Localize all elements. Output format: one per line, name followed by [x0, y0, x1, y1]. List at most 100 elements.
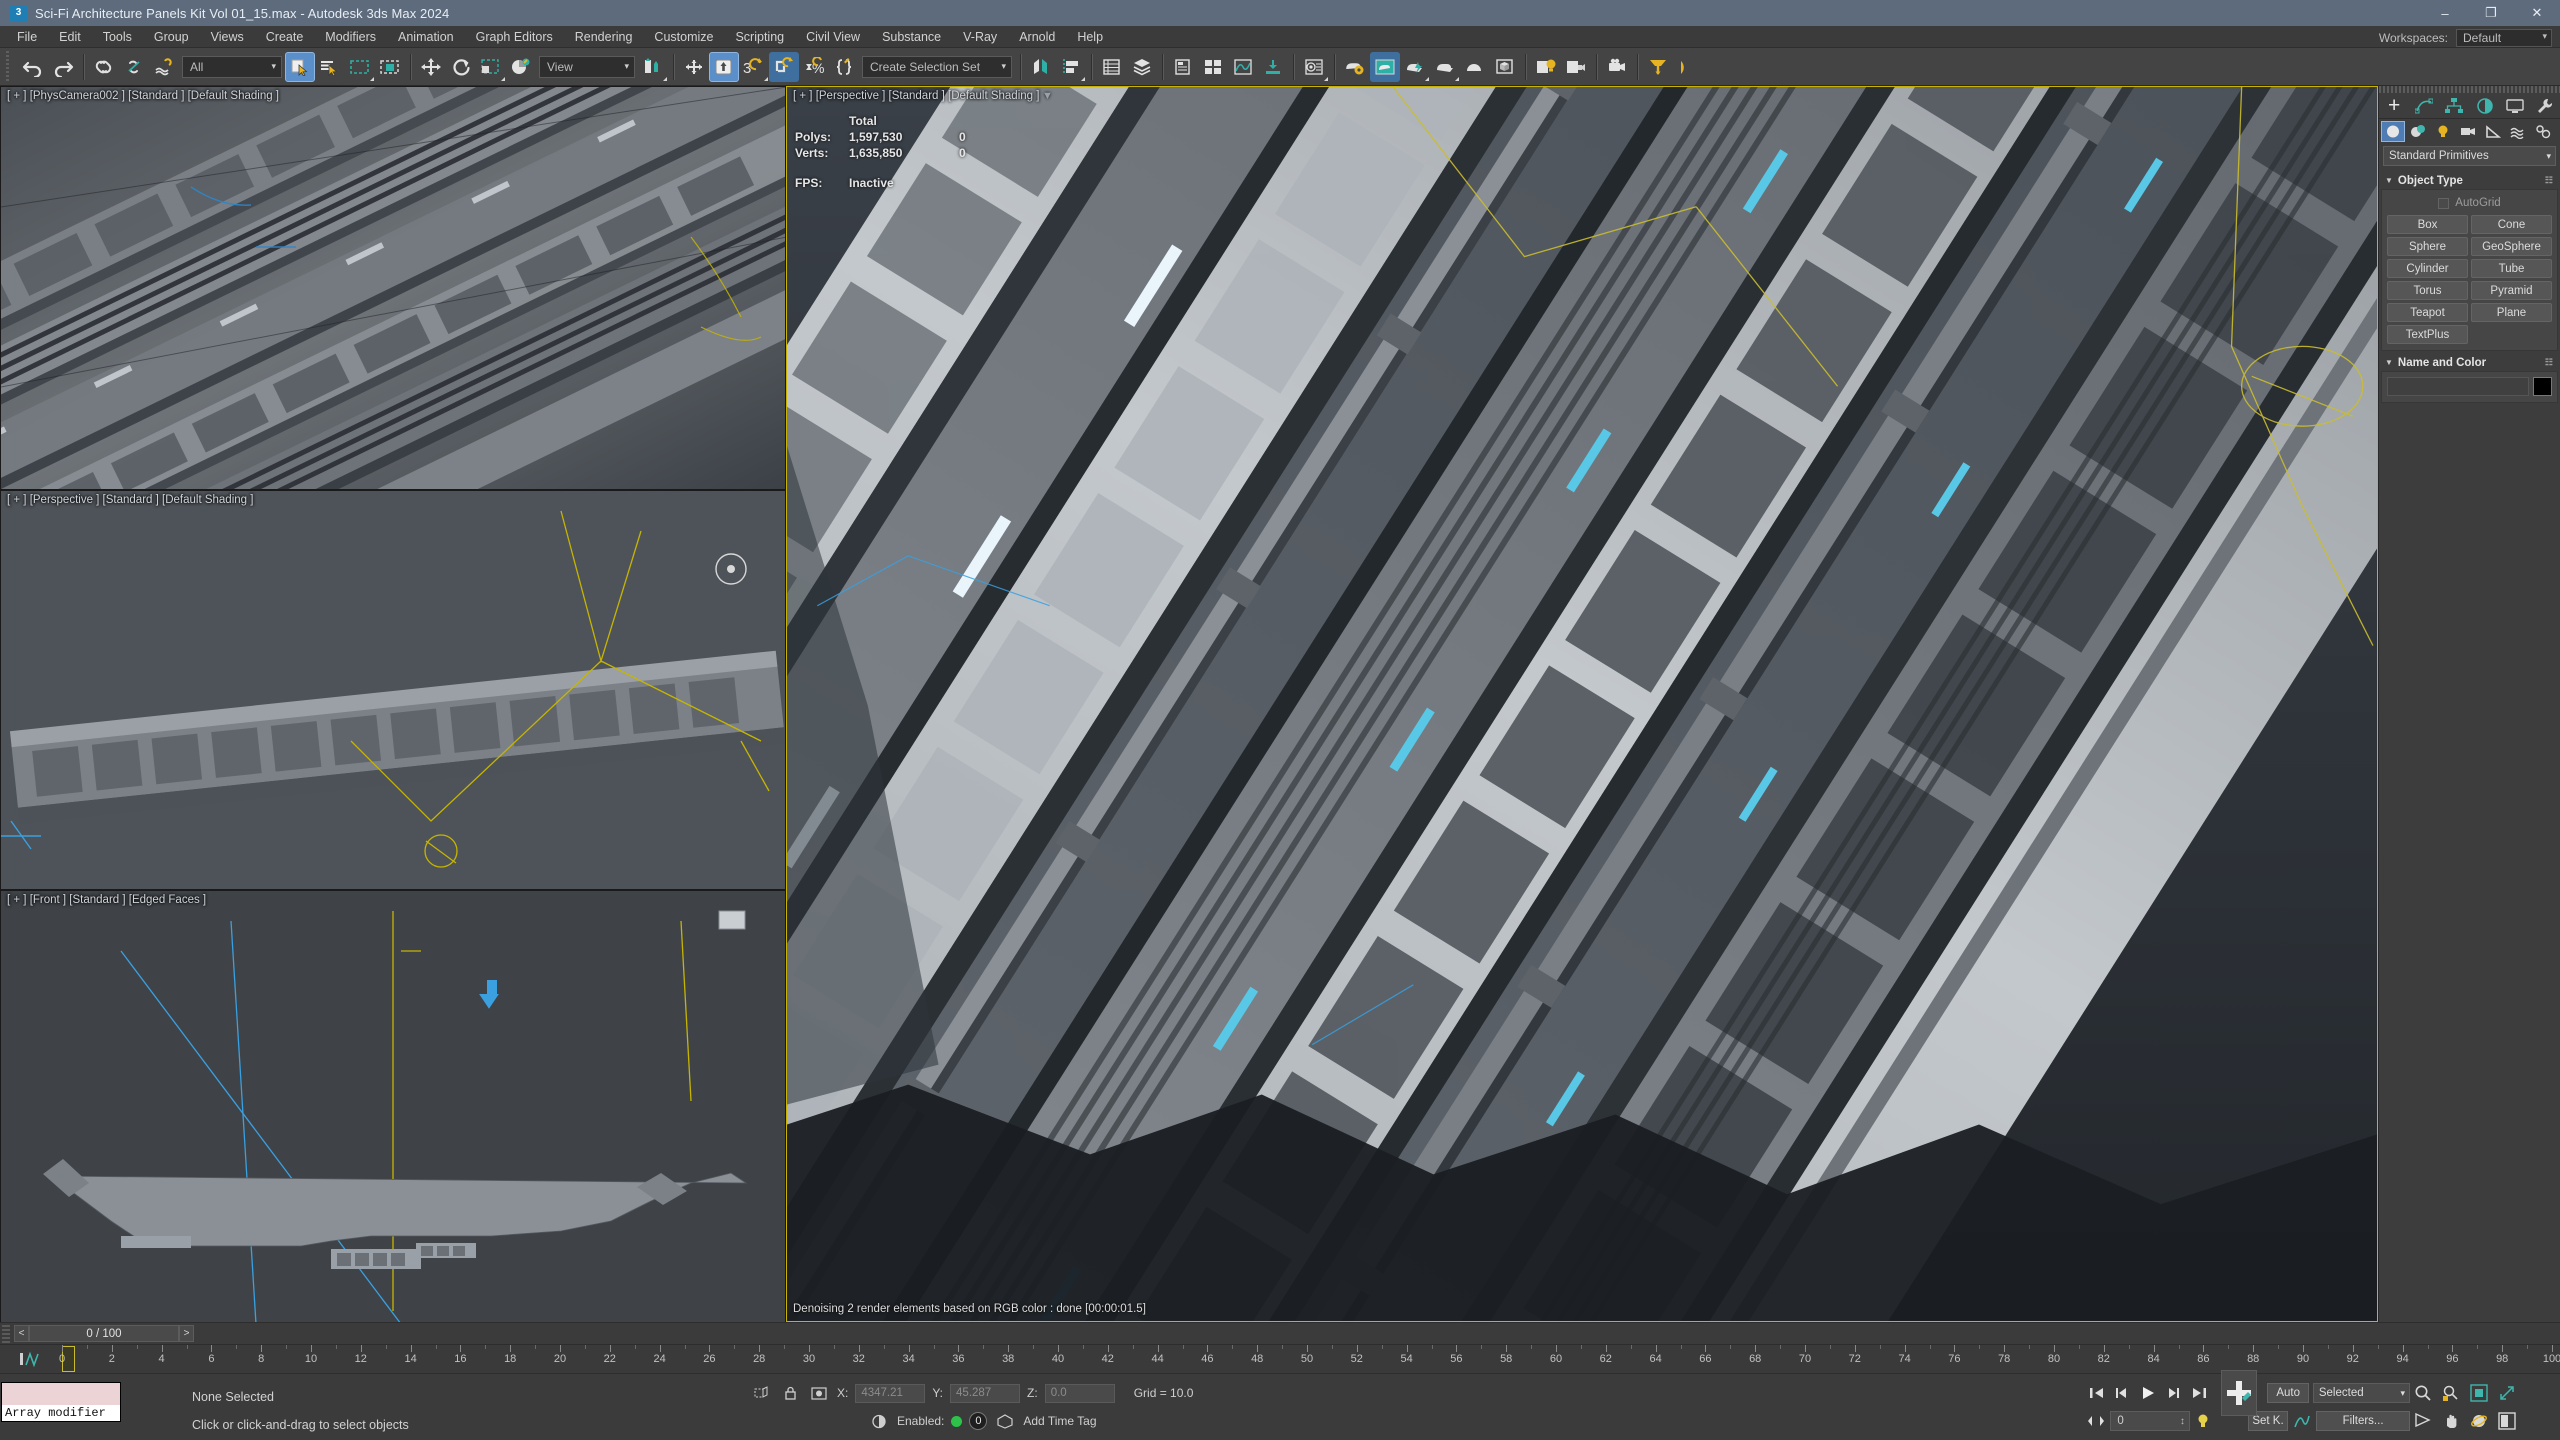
geosphere-button[interactable]: GeoSphere [2471, 237, 2552, 256]
select-and-manipulate-icon[interactable] [679, 52, 709, 82]
autogrid-row[interactable]: AutoGrid [2387, 195, 2552, 215]
menu-item-group[interactable]: Group [143, 27, 200, 47]
menu-item-help[interactable]: Help [1066, 27, 1114, 47]
material-editor-icon[interactable] [1299, 52, 1329, 82]
angle-snap-toggle-icon[interactable]: 3 [739, 52, 769, 82]
menu-item-substance[interactable]: Substance [871, 27, 952, 47]
window-crossing-toggle-icon[interactable] [375, 52, 405, 82]
adaptive-degradation-icon[interactable] [868, 1410, 890, 1432]
toolbar-grip[interactable] [6, 50, 14, 83]
subcategory-dropdown[interactable]: Standard Primitives [2383, 146, 2556, 166]
menu-item-edit[interactable]: Edit [48, 27, 92, 47]
autogrid-checkbox[interactable] [2438, 197, 2450, 209]
curve-editor-icon[interactable] [1228, 52, 1258, 82]
menu-item-create[interactable]: Create [255, 27, 315, 47]
next-frame-icon[interactable] [2162, 1382, 2183, 1404]
systems-icon[interactable] [2531, 121, 2555, 142]
key-mode-dropdown[interactable]: Selected [2312, 1383, 2410, 1403]
key-filters-toggle-icon[interactable] [2194, 1410, 2214, 1432]
modify-tab[interactable] [2411, 95, 2437, 117]
select-and-scale-icon[interactable] [476, 52, 506, 82]
play-animation-icon[interactable] [2137, 1382, 2158, 1404]
viewport-main-label[interactable]: [ + ] [Perspective ] [Standard ] [Defaul… [793, 90, 1039, 102]
goto-end-icon[interactable] [2188, 1382, 2209, 1404]
x-field[interactable]: 4347.21 [855, 1383, 926, 1403]
pan-view-icon[interactable] [2438, 1409, 2464, 1433]
rectangular-selection-region-icon[interactable] [345, 52, 375, 82]
maximize-button[interactable]: ❐ [2468, 0, 2514, 26]
z-field[interactable]: 0.0 [1044, 1383, 1115, 1403]
render-in-cloud-icon[interactable] [1460, 52, 1490, 82]
select-and-move-icon[interactable] [416, 52, 446, 82]
select-and-link-icon[interactable] [89, 52, 119, 82]
render-iterative-icon[interactable] [1430, 52, 1460, 82]
key-mode-icon[interactable] [18, 1351, 44, 1367]
reference-coordinate-dropdown[interactable]: View [539, 55, 635, 78]
close-button[interactable]: ✕ [2514, 0, 2560, 26]
field-of-view-icon[interactable] [2410, 1409, 2436, 1433]
redo-icon[interactable] [48, 52, 78, 82]
shapes-icon[interactable] [2406, 121, 2430, 142]
schematic-view-icon[interactable] [1258, 52, 1288, 82]
viewport-perspective-small[interactable]: [ + ] [Perspective ] [Standard ] [Defaul… [0, 490, 786, 890]
helpers-icon[interactable] [2481, 121, 2505, 142]
prev-frame-button[interactable]: < [14, 1325, 29, 1342]
set-key-button[interactable] [2221, 1370, 2258, 1416]
viewport-perspective-main[interactable]: [ + ] [Perspective ] [Standard ] [Defaul… [786, 86, 2378, 1322]
orbit-view-icon[interactable] [2466, 1409, 2492, 1433]
pin-icon[interactable]: ☷ [2545, 175, 2553, 186]
workspace-dropdown[interactable]: Default [2456, 29, 2552, 47]
place-highlight-icon[interactable] [1643, 52, 1673, 82]
undo-icon[interactable] [18, 52, 48, 82]
unlink-selection-icon[interactable] [119, 52, 149, 82]
viewport-physcamera002[interactable]: [ + ] [PhysCamera002 ] [Standard ] [Defa… [0, 86, 786, 490]
spotlight-icon[interactable] [1673, 52, 1703, 82]
menu-item-tools[interactable]: Tools [92, 27, 143, 47]
viewport-camera-label[interactable]: [ + ] [PhysCamera002 ] [Standard ] [Defa… [7, 90, 279, 102]
cameras-icon[interactable] [2456, 121, 2480, 142]
use-pivot-center-icon[interactable] [638, 52, 668, 82]
absolute-relative-transform-icon[interactable] [750, 1382, 772, 1404]
selection-filter-dropdown[interactable]: All [182, 55, 282, 78]
key-mode-toggle-icon[interactable] [2086, 1410, 2106, 1432]
edit-named-selection-sets-icon[interactable] [829, 52, 859, 82]
goto-start-icon[interactable] [2086, 1382, 2107, 1404]
object-type-header[interactable]: ▼ Object Type ☷ [2381, 172, 2558, 189]
lights-icon[interactable] [2431, 121, 2455, 142]
create-tab[interactable]: + [2381, 95, 2407, 117]
spacewarps-icon[interactable] [2506, 121, 2530, 142]
select-and-place-icon[interactable] [506, 52, 536, 82]
scene-explorer-icon[interactable] [1127, 52, 1157, 82]
rendered-frame-window-icon[interactable] [1370, 51, 1400, 82]
select-and-rotate-icon[interactable] [446, 52, 476, 82]
menu-item-modifiers[interactable]: Modifiers [314, 27, 387, 47]
frame-display[interactable]: 0 / 100 [29, 1325, 179, 1342]
menu-item-animation[interactable]: Animation [387, 27, 465, 47]
viewport-front[interactable]: [ + ] [Front ] [Standard ] [Edged Faces … [0, 890, 786, 1323]
menu-item-arnold[interactable]: Arnold [1008, 27, 1066, 47]
layer-manager-icon[interactable] [1198, 52, 1228, 82]
tube-button[interactable]: Tube [2471, 259, 2552, 278]
maximize-viewport-toggle-icon[interactable] [2494, 1409, 2520, 1433]
command-panel-grip[interactable] [2379, 86, 2560, 93]
box-button[interactable]: Box [2387, 215, 2468, 234]
snaps-toggle-icon[interactable] [709, 51, 739, 82]
light-lister-icon[interactable] [1531, 52, 1561, 82]
motion-tab[interactable] [2472, 95, 2498, 117]
utilities-tab[interactable] [2532, 95, 2558, 117]
pyramid-button[interactable]: Pyramid [2471, 281, 2552, 300]
current-frame-input[interactable]: 0 [2110, 1411, 2190, 1431]
name-and-color-header[interactable]: ▼ Name and Color ☷ [2381, 354, 2558, 371]
viewport-filter-icon[interactable]: ▼ [1042, 90, 1053, 102]
menu-item-customize[interactable]: Customize [643, 27, 724, 47]
zoom-region-icon[interactable] [2494, 1381, 2520, 1405]
menu-item-scripting[interactable]: Scripting [724, 27, 795, 47]
select-object-icon[interactable] [285, 51, 315, 82]
zoom-icon[interactable] [2410, 1381, 2436, 1405]
viewport-perspective-small-label[interactable]: [ + ] [Perspective ] [Standard ] [Defaul… [7, 494, 253, 506]
select-by-name-icon[interactable] [315, 52, 345, 82]
cone-button[interactable]: Cone [2471, 215, 2552, 234]
zoom-all-icon[interactable] [2438, 1381, 2464, 1405]
teapot-button[interactable]: Teapot [2387, 303, 2468, 322]
textplus-button[interactable]: TextPlus [2387, 325, 2468, 344]
